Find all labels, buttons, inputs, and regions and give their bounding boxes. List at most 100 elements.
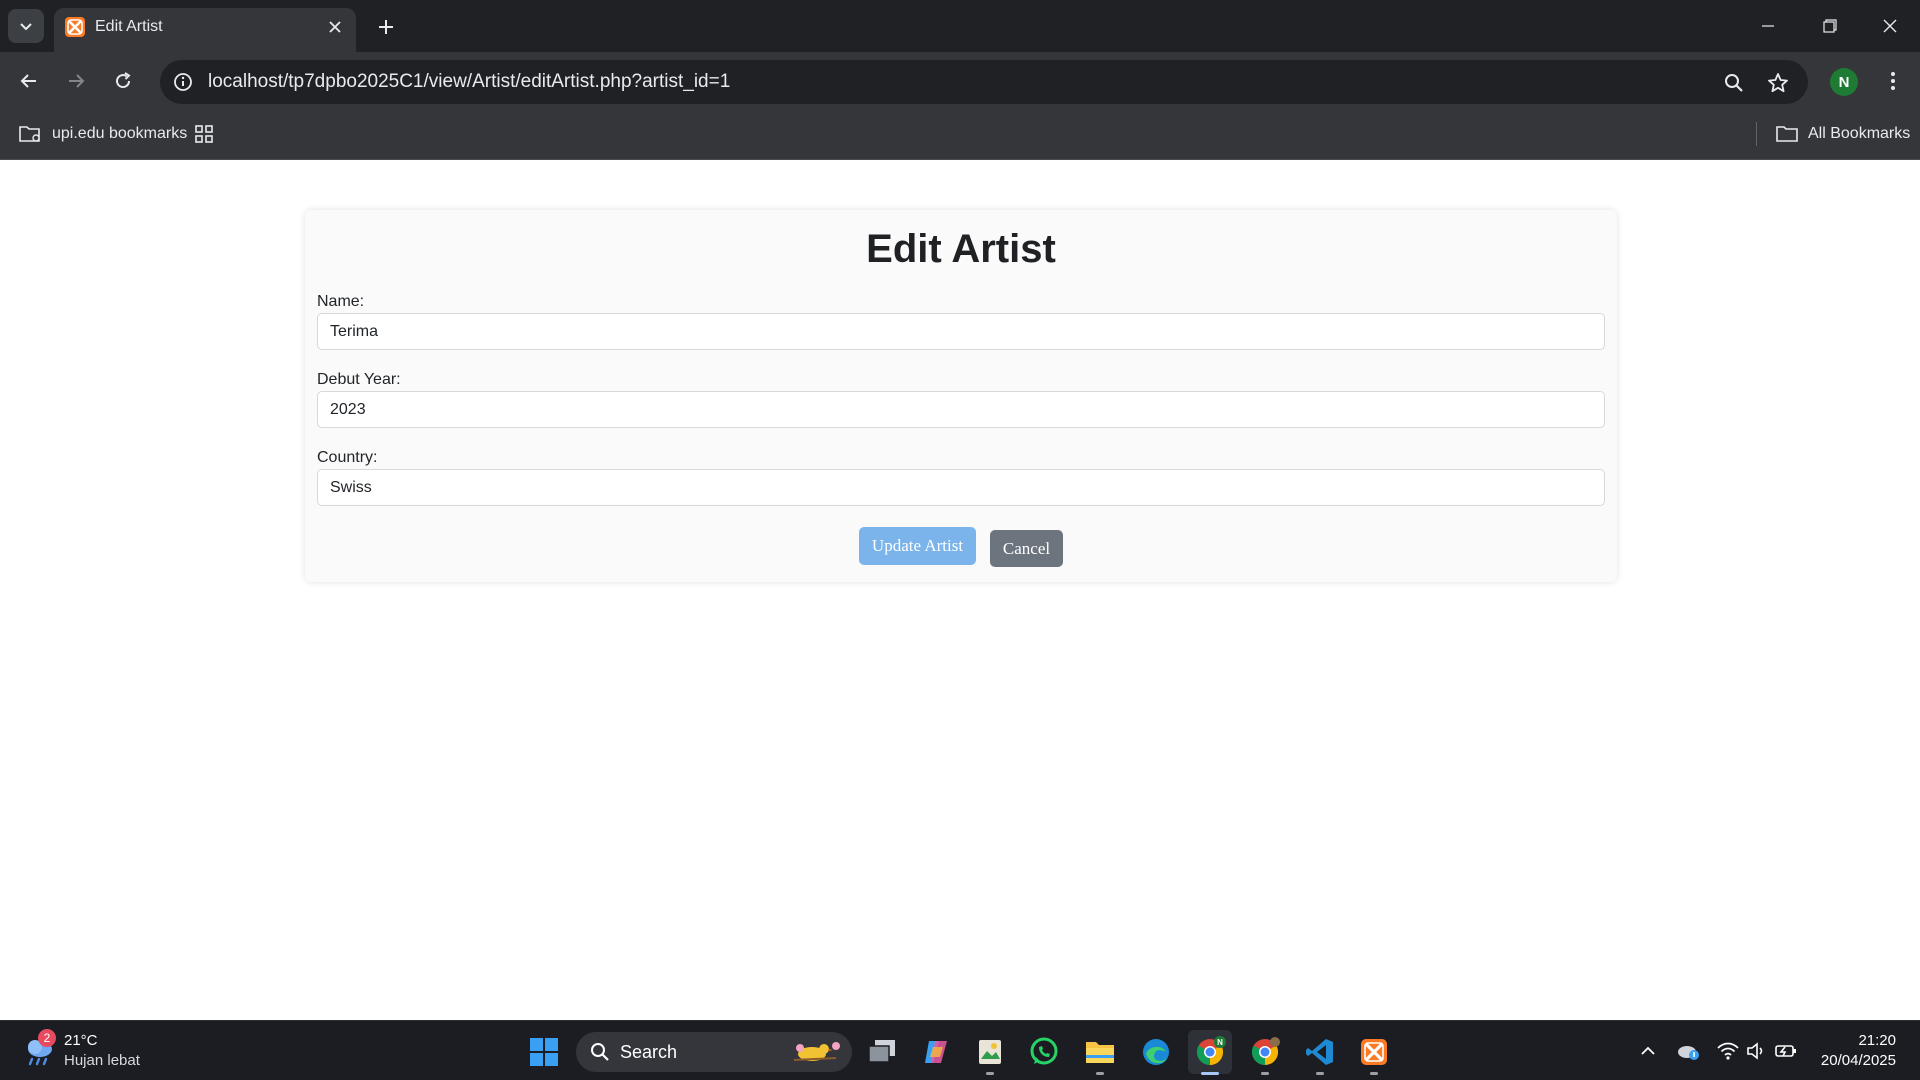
all-bookmarks-button[interactable]: All Bookmarks xyxy=(1776,120,1910,148)
wifi-tray-button[interactable] xyxy=(1716,1039,1740,1063)
battery-tray-button[interactable] xyxy=(1774,1039,1798,1063)
minimize-icon xyxy=(1762,25,1774,27)
arrow-left-icon xyxy=(20,74,36,88)
minimize-button[interactable] xyxy=(1748,10,1788,42)
running-indicator xyxy=(1096,1072,1104,1075)
search-label: Search xyxy=(620,1042,678,1062)
close-icon xyxy=(329,21,341,33)
site-info-button[interactable] xyxy=(170,69,196,95)
info-icon xyxy=(174,73,192,91)
chrome-profile-button[interactable]: N xyxy=(1188,1030,1232,1075)
browser-menu-button[interactable] xyxy=(1880,64,1906,98)
close-icon xyxy=(1883,19,1897,33)
reload-icon xyxy=(116,72,131,89)
windows-icon xyxy=(530,1038,558,1066)
country-input[interactable] xyxy=(317,469,1605,506)
all-bookmarks-label: All Bookmarks xyxy=(1808,125,1911,142)
speaker-icon xyxy=(1747,1042,1763,1060)
debut-year-input[interactable] xyxy=(317,391,1605,428)
apps-grid-icon xyxy=(195,125,213,143)
gallery-icon xyxy=(979,1040,1001,1064)
show-hidden-icons-button[interactable] xyxy=(1636,1039,1660,1063)
clock-time[interactable]: 21:20 xyxy=(1858,1032,1896,1050)
country-label: Country: xyxy=(317,449,378,466)
zoom-icon xyxy=(1725,74,1743,92)
weather-temperature: 21°C xyxy=(64,1032,98,1049)
plus-icon xyxy=(379,20,393,34)
apps-shortcut[interactable] xyxy=(194,120,214,148)
cancel-button[interactable]: Cancel xyxy=(990,530,1063,567)
reload-button[interactable] xyxy=(106,64,140,98)
arrow-right-icon xyxy=(69,74,85,88)
whatsapp-button[interactable] xyxy=(1022,1030,1066,1074)
zoom-button[interactable] xyxy=(1720,69,1748,97)
browser-tab[interactable]: Edit Artist xyxy=(54,8,356,52)
start-button[interactable] xyxy=(522,1030,566,1074)
page-title: Edit Artist xyxy=(866,227,1056,271)
onedrive-tray-button[interactable] xyxy=(1676,1039,1700,1063)
name-input[interactable] xyxy=(317,313,1605,350)
taskbar: 2 21°C Hujan lebat Search N 21:20 20/04/… xyxy=(0,1020,1920,1080)
bookmark-star-button[interactable] xyxy=(1764,69,1792,97)
address-bar[interactable]: localhost/tp7dpbo2025C1/view/Artist/edit… xyxy=(160,60,1808,104)
name-label: Name: xyxy=(317,293,365,310)
new-tab-button[interactable] xyxy=(372,13,400,41)
battery-charging-icon xyxy=(1775,1045,1796,1057)
restore-button[interactable] xyxy=(1810,10,1850,42)
managed-folder-icon xyxy=(19,126,40,142)
running-indicator xyxy=(1316,1072,1324,1075)
search-icon xyxy=(591,1043,609,1061)
tab-close-button[interactable] xyxy=(324,16,346,38)
browser-tab-bar: Edit Artist xyxy=(0,0,1920,52)
svg-text:N: N xyxy=(1217,1038,1223,1047)
bookmarks-bar: upi.edu bookmarks All Bookmarks xyxy=(0,108,1920,160)
weather-description: Hujan lebat xyxy=(64,1052,140,1069)
bookmark-folder-label: upi.edu bookmarks xyxy=(52,125,188,142)
debut-year-label: Debut Year: xyxy=(317,371,401,388)
gallery-app-button[interactable] xyxy=(968,1030,1012,1075)
chrome-icon: N xyxy=(1196,1036,1226,1066)
forward-button[interactable] xyxy=(59,64,93,98)
profile-avatar[interactable]: N xyxy=(1830,68,1858,96)
chrome-button[interactable] xyxy=(1243,1030,1287,1075)
vscode-button[interactable] xyxy=(1298,1030,1342,1075)
update-artist-button[interactable]: Update Artist xyxy=(859,527,976,565)
copilot-button[interactable] xyxy=(914,1030,958,1074)
cloud-icon xyxy=(1678,1046,1699,1060)
close-window-button[interactable] xyxy=(1870,10,1910,42)
bookmark-folder-upi[interactable]: upi.edu bookmarks xyxy=(18,120,187,148)
chrome-icon xyxy=(1251,1037,1280,1066)
folder-icon xyxy=(1086,1042,1114,1063)
tab-title: Edit Artist xyxy=(95,18,163,35)
weather-badge: 2 xyxy=(38,1029,56,1047)
task-view-button[interactable] xyxy=(860,1030,904,1074)
chevron-up-icon xyxy=(1641,1046,1655,1055)
folder-icon xyxy=(1776,126,1798,142)
xampp-button[interactable] xyxy=(1352,1030,1396,1075)
tab-search-button[interactable] xyxy=(8,9,44,43)
edit-artist-card: Edit Artist Name: Debut Year: Country: U… xyxy=(305,210,1617,582)
browser-toolbar: localhost/tp7dpbo2025C1/view/Artist/edit… xyxy=(0,52,1920,108)
url-text[interactable]: localhost/tp7dpbo2025C1/view/Artist/edit… xyxy=(208,72,730,92)
more-vertical-icon xyxy=(1891,72,1895,90)
edge-button[interactable] xyxy=(1134,1030,1178,1074)
xampp-icon xyxy=(1361,1039,1387,1065)
bookmarks-divider xyxy=(1756,122,1757,146)
restore-icon xyxy=(1823,19,1837,33)
taskbar-search[interactable]: Search xyxy=(576,1032,852,1072)
back-button[interactable] xyxy=(12,64,46,98)
clock-date[interactable]: 20/04/2025 xyxy=(1821,1052,1896,1070)
running-indicator xyxy=(986,1072,994,1075)
star-icon xyxy=(1768,73,1788,93)
copilot-icon xyxy=(925,1041,947,1063)
whatsapp-icon xyxy=(1030,1037,1058,1065)
wifi-icon xyxy=(1717,1042,1739,1060)
file-explorer-button[interactable] xyxy=(1078,1030,1122,1075)
edge-icon xyxy=(1143,1039,1169,1065)
vscode-icon xyxy=(1306,1039,1333,1065)
xampp-icon xyxy=(65,17,85,37)
volume-tray-button[interactable] xyxy=(1744,1039,1768,1063)
running-indicator xyxy=(1370,1072,1378,1075)
bird-decoration-icon xyxy=(793,1042,840,1061)
active-indicator xyxy=(1201,1072,1219,1075)
